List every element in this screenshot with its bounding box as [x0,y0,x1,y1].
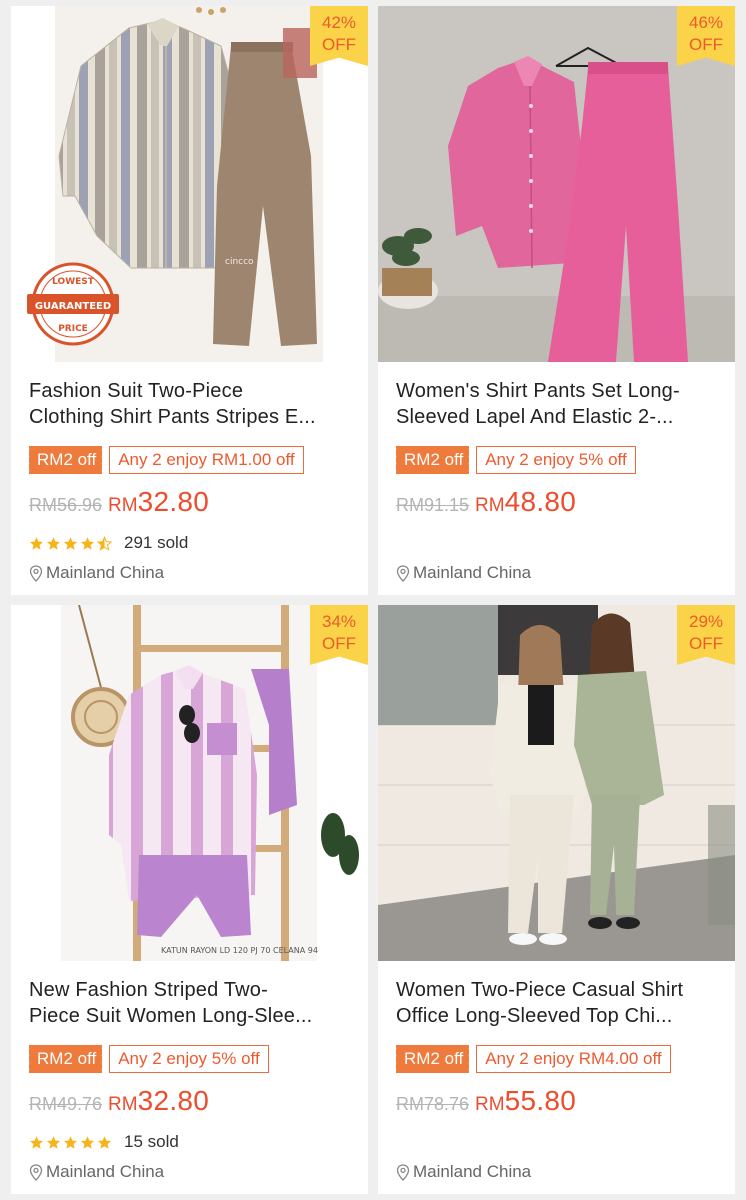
promo-tags: RM2 off Any 2 enjoy RM1.00 off [26,446,304,474]
price-row: RM91.15 RM 48.80 [396,486,576,518]
product-title-line: Fashion Suit Two-Piece [29,380,244,402]
current-price: 32.80 [137,1085,210,1116]
product-title-line: Office Long-Sleeved Top Chi... [396,1005,673,1027]
promo-tags: RM2 off Any 2 enjoy RM4.00 off [393,1045,671,1073]
original-price: RM49.76 [29,1094,103,1114]
fabric-info-text: KATUN RAYON LD 120 PJ 70 CELANA 94 [161,946,318,955]
badge-guaranteed-text: GUARANTEED [35,301,111,312]
location-pin-icon [396,1163,410,1181]
product-title-line: Women Two-Piece Casual Shirt [396,979,684,1001]
original-price: RM78.76 [396,1094,470,1114]
voucher-tag: RM2 off [26,1045,103,1073]
product-title[interactable]: Fashion Suit Two-Piece Clothing Shirt Pa… [29,378,354,430]
location-text: Mainland China [46,563,165,582]
product-image[interactable]: KATUN RAYON LD 120 PJ 70 CELANA 94 34% O… [11,605,368,961]
product-image[interactable]: 46% OFF [378,6,735,362]
location-text: Mainland China [46,1162,165,1181]
star-icon [63,536,78,550]
voucher-tag: RM2 off [393,446,470,474]
currency-symbol: RM [108,495,138,516]
product-title-line: Women's Shirt Pants Set Long- [396,380,680,402]
ship-from-location: Mainland China [29,1162,164,1182]
voucher-tag: RM2 off [26,446,103,474]
bundle-deal-tag: Any 2 enjoy 5% off [109,1045,269,1073]
discount-badge: 29% OFF [677,605,735,665]
star-icon [80,1135,95,1149]
product-title-line: Piece Suit Women Long-Slee... [29,1005,313,1027]
discount-badge: 34% OFF [310,605,368,665]
price-row: RM56.96 RM 32.80 [29,486,209,518]
star-icon [80,536,95,550]
price-row: RM78.76 RM 55.80 [396,1085,576,1117]
ship-from-location: Mainland China [396,563,531,583]
sold-count: 15 sold [124,1132,179,1151]
promo-tags: RM2 off Any 2 enjoy 5% off [393,446,636,474]
product-title[interactable]: Women Two-Piece Casual Shirt Office Long… [396,977,721,1029]
product-card[interactable]: 29% OFF Women Two-Piece Casual Shirt Off… [378,605,735,1194]
discount-off-label: OFF [689,634,723,653]
product-title-line: Clothing Shirt Pants Stripes E... [29,406,316,428]
location-text: Mainland China [413,1162,532,1181]
rating-row: 291 sold [29,533,188,553]
original-price: RM56.96 [29,495,103,515]
discount-percent: 34% [321,612,357,631]
currency-symbol: RM [475,495,505,516]
half-star-icon [97,535,112,551]
currency-symbol: RM [108,1094,138,1115]
product-title-line: New Fashion Striped Two- [29,979,268,1001]
product-image[interactable]: 29% OFF [378,605,735,961]
discount-off-label: OFF [322,35,356,54]
pants-label-text: cincco [225,257,254,267]
voucher-tag: RM2 off [393,1045,470,1073]
star-icon [46,536,61,550]
star-icon [29,1135,44,1149]
current-price: 32.80 [137,486,210,517]
promo-tags: RM2 off Any 2 enjoy 5% off [26,1045,269,1073]
discount-off-label: OFF [322,634,356,653]
discount-percent: 29% [688,612,724,631]
bundle-deal-tag: Any 2 enjoy RM4.00 off [476,1045,671,1073]
product-card[interactable]: 46% OFF Women's Shirt Pants Set Long- Sl… [378,6,735,595]
product-title-line: Sleeved Lapel And Elastic 2-... [396,406,674,428]
product-card[interactable]: KATUN RAYON LD 120 PJ 70 CELANA 94 34% O… [11,605,368,1194]
star-icon [46,1135,61,1149]
location-text: Mainland China [413,563,532,582]
current-price: 48.80 [504,486,577,517]
discount-off-label: OFF [689,35,723,54]
plant-pot-icon [382,268,432,296]
location-pin-icon [396,564,410,582]
product-image[interactable]: cincco LOWEST GUARANTEED PRICE 42% OFF [11,6,368,362]
badge-price-text: PRICE [58,324,88,334]
discount-badge: 42% OFF [310,6,368,66]
star-icon [63,1135,78,1149]
original-price: RM91.15 [396,495,470,515]
current-price: 55.80 [504,1085,577,1116]
currency-symbol: RM [475,1094,505,1115]
ship-from-location: Mainland China [396,1162,531,1182]
badge-lowest-text: LOWEST [52,277,95,287]
discount-percent: 42% [321,13,357,32]
star-rating [29,535,112,551]
star-rating [29,1135,112,1150]
price-row: RM49.76 RM 32.80 [29,1085,209,1117]
ship-from-location: Mainland China [29,563,164,583]
star-icon [29,536,44,550]
product-title[interactable]: New Fashion Striped Two- Piece Suit Wome… [29,977,354,1029]
discount-percent: 46% [688,13,724,32]
location-pin-icon [29,564,43,582]
product-grid: cincco LOWEST GUARANTEED PRICE 42% OFF F… [11,6,735,1194]
discount-badge: 46% OFF [677,6,735,66]
star-icon [97,1135,112,1149]
product-title[interactable]: Women's Shirt Pants Set Long- Sleeved La… [396,378,721,430]
sold-count: 291 sold [124,533,189,552]
product-card[interactable]: cincco LOWEST GUARANTEED PRICE 42% OFF F… [11,6,368,595]
bundle-deal-tag: Any 2 enjoy 5% off [476,446,636,474]
rating-row: 15 sold [29,1132,179,1152]
location-pin-icon [29,1163,43,1181]
bundle-deal-tag: Any 2 enjoy RM1.00 off [109,446,304,474]
